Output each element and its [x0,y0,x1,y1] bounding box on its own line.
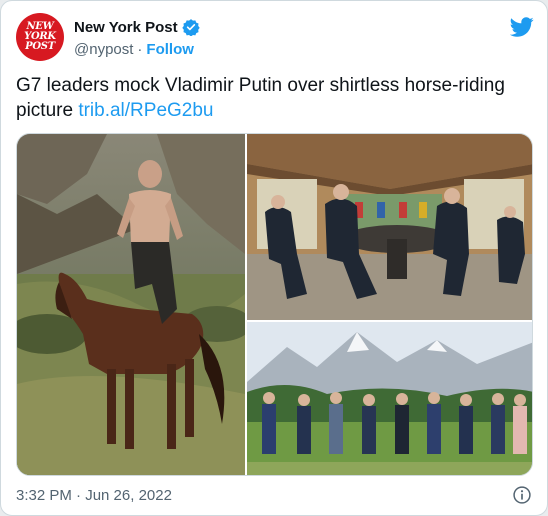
tweet-text: G7 leaders mock Vladimir Putin over shir… [16,73,534,123]
photo-group-mountains[interactable] [247,322,532,475]
photo-horse-rider[interactable] [17,134,245,475]
tweet-card: NEW YORK POST New York Post @nypost · Fo… [0,0,548,516]
twitter-bird-icon[interactable] [510,15,534,39]
tweet-header: NEW YORK POST New York Post @nypost · Fo… [16,13,534,63]
name-row: New York Post [74,17,200,37]
avatar[interactable]: NEW YORK POST [16,13,64,61]
display-name[interactable]: New York Post [74,19,178,36]
tweet-link[interactable]: trib.al/RPeG2bu [78,100,213,121]
verified-badge-icon [181,19,200,36]
handle[interactable]: @nypost [74,41,133,58]
media-grid [16,133,533,476]
photo-leaders-table[interactable] [247,134,532,320]
handle-row: @nypost · Follow [74,39,194,59]
separator-dot: · [137,40,143,58]
tweet-footer: 3:32 PM · Jun 26, 2022 [16,485,534,505]
avatar-logo-line: POST [25,41,55,52]
timestamp[interactable]: 3:32 PM · Jun 26, 2022 [16,487,172,504]
follow-button[interactable]: Follow [146,41,194,58]
info-icon[interactable] [512,485,532,505]
